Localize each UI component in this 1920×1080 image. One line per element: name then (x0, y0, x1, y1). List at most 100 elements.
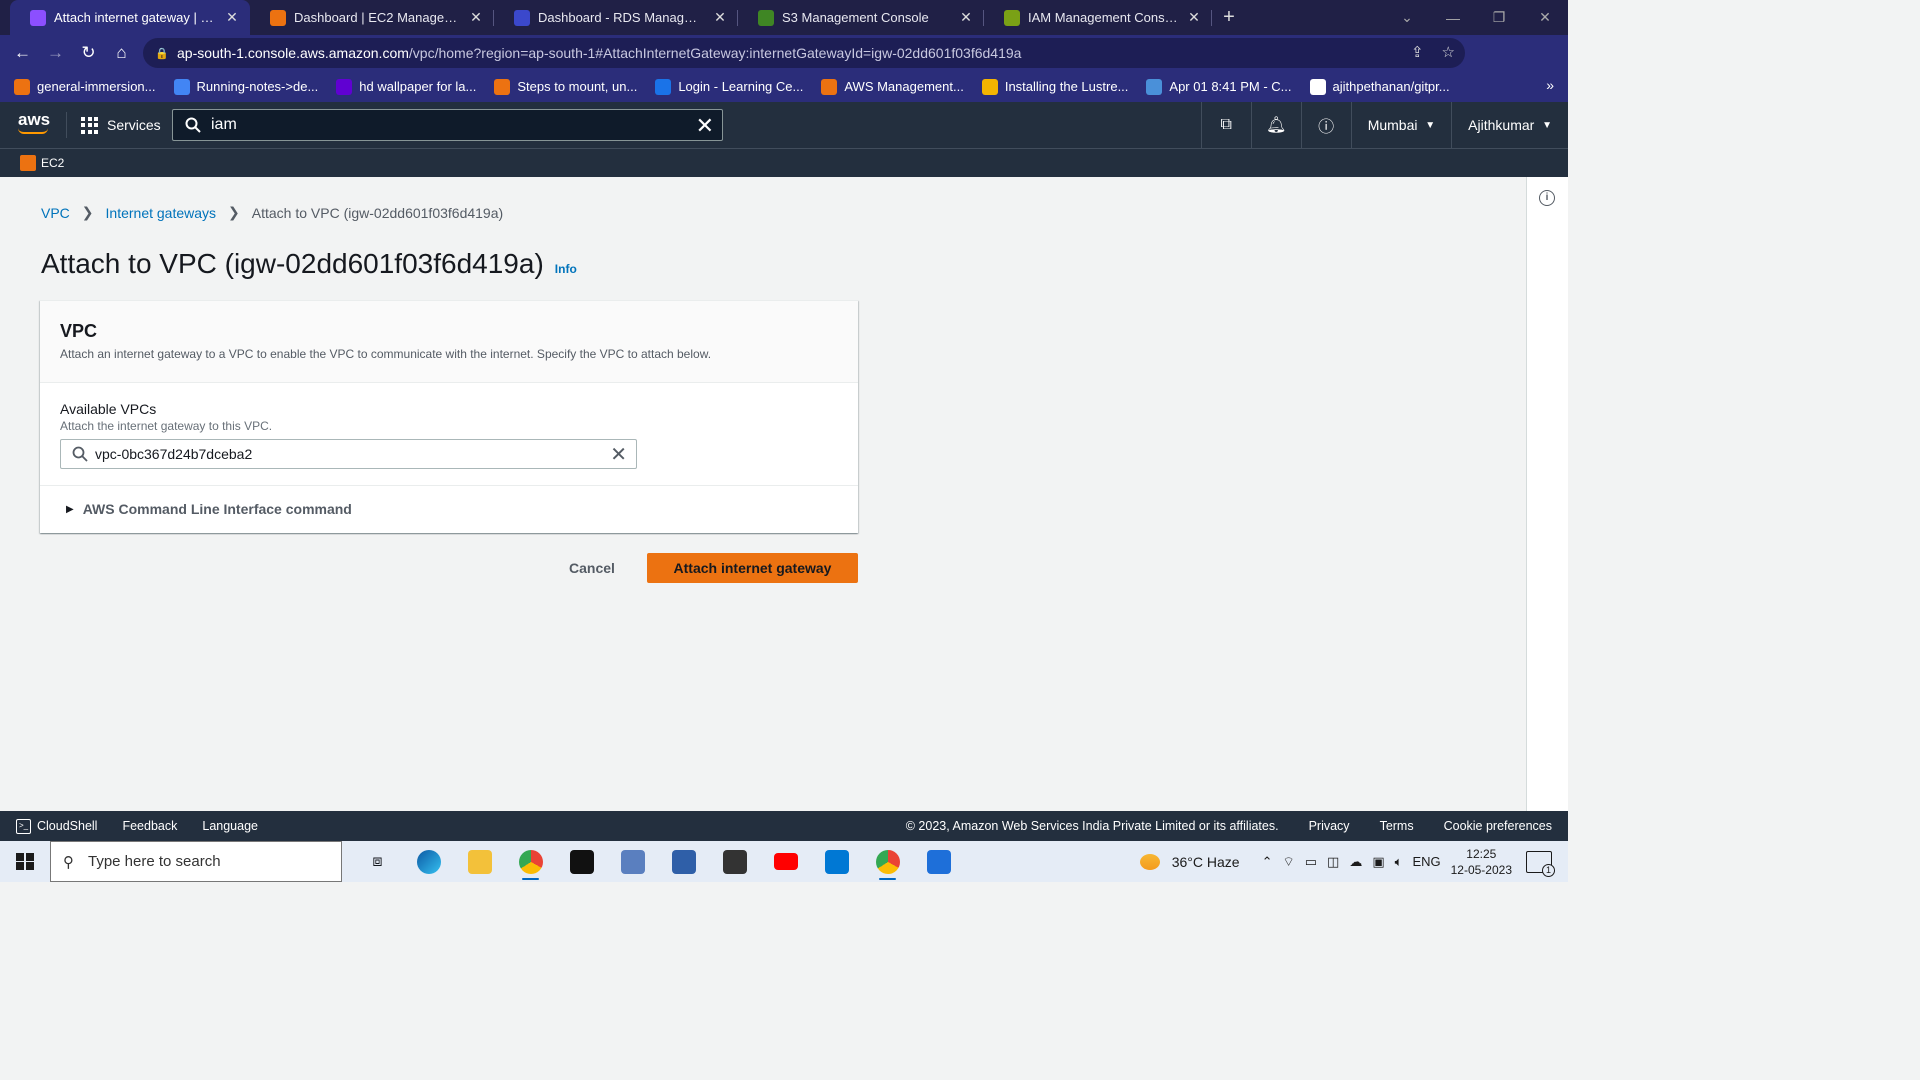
bookmark-item[interactable]: ajithpethanan/gitpr... (1309, 78, 1450, 95)
browser-tab[interactable]: S3 Management Console ✕ (738, 0, 984, 35)
bookmark-item[interactable]: Steps to mount, un... (494, 78, 637, 95)
more-bookmarks-icon[interactable]: » (1546, 77, 1554, 93)
close-tab-icon[interactable]: ✕ (1186, 9, 1202, 26)
youtube-icon[interactable] (760, 841, 811, 882)
ec2-icon (20, 155, 36, 171)
close-tab-icon[interactable]: ✕ (712, 9, 728, 26)
volume-icon[interactable]: 🔈︎ (1395, 854, 1403, 870)
aws-footer: >_ CloudShell Feedback Language © 2023, A… (0, 811, 1568, 841)
tab-title: IAM Management Console (1028, 10, 1178, 25)
onedrive-icon[interactable]: ☁ (1349, 854, 1362, 870)
share-icon[interactable]: ⇪ (1411, 43, 1424, 61)
display-icon[interactable]: ▣ (1372, 854, 1384, 870)
chrome-profile-icon[interactable] (862, 841, 913, 882)
reload-icon[interactable]: ↻ (72, 43, 105, 63)
cookie-preferences-link[interactable]: Cookie preferences (1444, 819, 1552, 833)
bookmark-label: Login - Learning Ce... (678, 79, 804, 94)
bookmark-star-icon[interactable]: ☆ (1442, 43, 1455, 61)
browser-tab[interactable]: IAM Management Console ✕ (984, 0, 1212, 35)
search-icon (185, 117, 201, 133)
url-host: ap-south-1.console.aws.amazon.com (177, 45, 409, 61)
clear-vpc-icon[interactable]: ✕ (610, 442, 627, 467)
search-value: iam (211, 116, 237, 133)
chrome-icon[interactable] (505, 841, 556, 882)
new-tab-button[interactable]: + (1212, 0, 1246, 35)
bookmark-label: AWS Management... (844, 79, 964, 94)
back-icon[interactable]: ← (6, 43, 39, 63)
battery-icon[interactable]: ▭ (1305, 854, 1317, 870)
bookmark-item[interactable]: Apr 01 8:41 PM - C... (1146, 78, 1292, 95)
aws-search-input[interactable]: iam ✕ (172, 109, 723, 141)
aws-logo[interactable]: aws (18, 109, 52, 134)
help-icon[interactable]: ⓘ (1300, 102, 1351, 148)
privacy-link[interactable]: Privacy (1309, 819, 1350, 833)
netflix-icon[interactable] (556, 841, 607, 882)
wifi-icon[interactable]: ⌔ (1283, 854, 1295, 870)
minimize-icon[interactable]: — (1430, 0, 1476, 35)
file-explorer-icon[interactable] (454, 841, 505, 882)
info-link[interactable]: Info (555, 262, 577, 276)
chevron-right-icon: ❯ (81, 204, 94, 220)
network-app-icon[interactable] (607, 841, 658, 882)
language-indicator[interactable]: ENG (1412, 854, 1440, 870)
tab-search-icon[interactable]: ⌄ (1384, 0, 1430, 35)
start-button[interactable] (0, 841, 50, 882)
services-menu[interactable]: Services (81, 116, 161, 134)
url-bar[interactable]: 🔒 ap-south-1.console.aws.amazon.com/vpc/… (143, 38, 1465, 68)
close-tab-icon[interactable]: ✕ (958, 9, 974, 26)
terms-link[interactable]: Terms (1380, 819, 1414, 833)
forward-icon[interactable]: → (39, 43, 72, 63)
task-view-icon[interactable]: ⧈ (352, 841, 403, 882)
bookmark-item[interactable]: AWS Management... (821, 78, 964, 95)
search-icon (72, 446, 88, 462)
bookmark-item[interactable]: general-immersion... (14, 78, 156, 95)
close-tab-icon[interactable]: ✕ (224, 9, 240, 26)
lock-icon: 🔒 (155, 48, 169, 60)
photos-icon[interactable] (913, 841, 964, 882)
edge-icon[interactable] (403, 841, 454, 882)
browser-tab-strip: Attach internet gateway | VPC Management… (0, 0, 1568, 35)
vpc-select-input[interactable]: vpc-0bc367d24b7dceba2 ✕ (60, 439, 637, 469)
browser-tab[interactable]: Attach internet gateway | VPC Management… (10, 0, 250, 35)
close-tab-icon[interactable]: ✕ (468, 9, 484, 26)
language-link[interactable]: Language (202, 819, 258, 833)
breadcrumb-internet-gateways[interactable]: Internet gateways (106, 205, 217, 221)
browser-tab[interactable]: Dashboard | EC2 Management Console ✕ (250, 0, 494, 35)
bookmarks-bar: general-immersion... Running-notes->de...… (0, 71, 1568, 102)
bookmark-label: general-immersion... (37, 79, 156, 94)
clock[interactable]: 12:25 12-05-2023 (1451, 846, 1512, 878)
close-window-icon[interactable]: ✕ (1522, 0, 1568, 35)
restore-icon[interactable]: ❐ (1476, 0, 1522, 35)
bookmark-item[interactable]: hd wallpaper for la... (336, 78, 476, 95)
info-panel-icon[interactable]: i (1539, 190, 1555, 206)
taskbar-search-input[interactable]: ⚲ Type here to search (50, 841, 342, 882)
tab-title: Dashboard | EC2 Management Console (294, 10, 460, 25)
windows-taskbar: ⚲ Type here to search ⧈ 36°C Haze ⌃ ⌔ ▭ … (0, 841, 1568, 882)
cli-expander[interactable]: ▶ AWS Command Line Interface command (40, 486, 858, 532)
account-dropdown[interactable]: Ajithkumar ▼ (1451, 102, 1568, 148)
favorite-ec2-link[interactable]: EC2 (41, 156, 64, 170)
notifications-bell-icon[interactable]: 🔔︎ (1250, 102, 1301, 148)
bookmark-item[interactable]: Login - Learning Ce... (655, 78, 804, 95)
cloudshell-footer-link[interactable]: >_ CloudShell (16, 818, 97, 834)
bookmark-item[interactable]: Installing the Lustre... (981, 78, 1128, 95)
show-hidden-icons-icon[interactable]: ⌃ (1262, 854, 1273, 870)
aws-logo-text: aws (18, 109, 51, 129)
cancel-button[interactable]: Cancel (556, 553, 628, 583)
browser-tab[interactable]: Dashboard - RDS Management Console ✕ (494, 0, 738, 35)
camera-icon[interactable]: ◫ (1327, 854, 1339, 870)
clear-search-icon[interactable]: ✕ (696, 113, 714, 139)
remote-desktop-icon[interactable] (658, 841, 709, 882)
bookmark-item[interactable]: Running-notes->de... (173, 78, 318, 95)
app-installer-icon[interactable] (709, 841, 760, 882)
tab-title: S3 Management Console (782, 10, 929, 25)
cloudshell-icon[interactable]: ⧉ (1200, 102, 1251, 148)
home-icon[interactable]: ⌂ (105, 43, 138, 63)
notification-center-icon[interactable]: 1 (1526, 850, 1555, 877)
feedback-link[interactable]: Feedback (122, 819, 177, 833)
store-icon[interactable] (811, 841, 862, 882)
attach-internet-gateway-button[interactable]: Attach internet gateway (647, 553, 858, 583)
region-dropdown[interactable]: Mumbai ▼ (1350, 102, 1451, 148)
breadcrumb-vpc[interactable]: VPC (41, 205, 70, 221)
weather-widget[interactable]: 36°C Haze (1139, 853, 1240, 870)
